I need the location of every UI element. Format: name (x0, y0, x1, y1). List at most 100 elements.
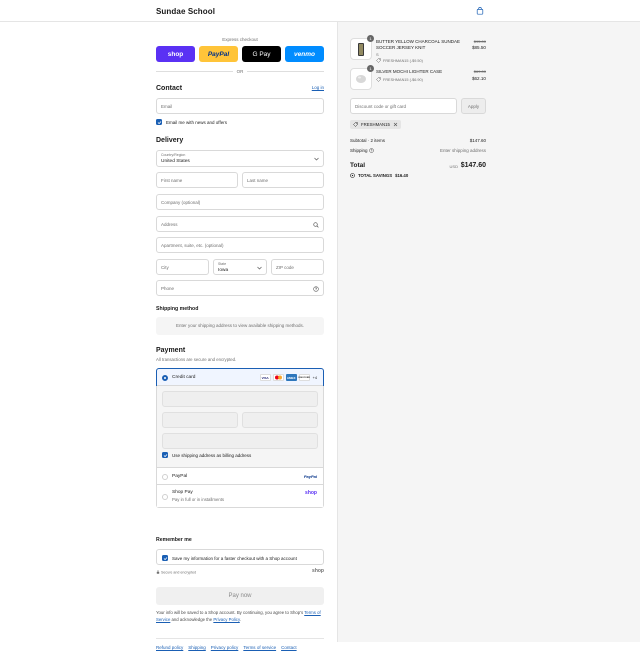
check-icon (163, 556, 167, 560)
shipping-method-title: Shipping method (156, 306, 199, 312)
remember-checkbox-row[interactable]: Save my information for a faster checkou… (162, 555, 297, 561)
or-divider: OR (156, 68, 324, 74)
city-field[interactable]: City (156, 259, 209, 275)
last-name-placeholder: Last name (247, 178, 269, 183)
legal-text-mid: and acknowledge the (170, 616, 214, 622)
refund-policy-link[interactable]: Refund policy (156, 645, 183, 650)
help-icon[interactable] (313, 286, 319, 292)
legal-text-end: . (239, 616, 241, 622)
delivery-title: Delivery (156, 137, 184, 144)
phone-field[interactable]: Phone (156, 280, 324, 296)
tag-icon (353, 122, 358, 127)
shipping-row: Shipping Enter shipping address (350, 148, 486, 153)
chevron-down-icon (314, 157, 319, 161)
close-icon[interactable] (393, 122, 398, 127)
legal-text: Your info will be saved to a Shop accoun… (156, 610, 324, 623)
apartment-field[interactable]: Apartment, suite, etc. (optional) (156, 237, 324, 253)
total-savings: TOTAL SAVINGS $16.40 (350, 173, 408, 178)
credit-card-label: Credit card (172, 375, 196, 380)
paypal-radio[interactable] (162, 473, 168, 480)
item-discount: FRESHMAN15 (-$6.90) (376, 77, 423, 82)
country-select[interactable]: Country/Region United States (156, 150, 324, 167)
item-discount: FRESHMAN15 (-$9.50) (376, 58, 423, 63)
savings-label: TOTAL SAVINGS (358, 173, 393, 178)
venmo-button[interactable]: venmo (285, 46, 324, 62)
shop-pay-option[interactable]: Shop Pay Pay in full or in installments … (157, 484, 323, 507)
address-field[interactable]: Address (156, 216, 324, 232)
shipping-value: Enter shipping address (439, 148, 486, 153)
applied-code-label: FRESHMAN15 (361, 122, 390, 127)
bag-icon[interactable] (476, 7, 484, 15)
news-label: Email me with news and offers (166, 119, 227, 125)
card-number-field[interactable] (162, 391, 318, 407)
chevron-down-icon (257, 266, 262, 270)
billing-same-row[interactable]: Use shipping address as billing address (162, 452, 251, 458)
privacy-policy-link[interactable]: Privacy Policy (213, 617, 239, 622)
check-icon (163, 453, 167, 457)
item-discount-label: FRESHMAN15 (-$6.90) (383, 77, 423, 82)
order-item: 1 SILVER MOCHI LIGHTER CASE FRESHMAN15 (… (350, 65, 486, 92)
name-on-card-field[interactable] (162, 433, 318, 449)
shop-pay-radio[interactable] (162, 493, 168, 500)
shipping-label: Shipping (350, 148, 368, 153)
quantity-badge: 1 (367, 65, 374, 72)
credit-card-radio[interactable] (162, 374, 168, 381)
email-placeholder: Email (161, 104, 173, 109)
mastercard-icon (272, 374, 284, 381)
remember-title: Remember me (156, 537, 192, 543)
apartment-placeholder: Apartment, suite, etc. (optional) (161, 243, 224, 248)
pay-now-button[interactable]: Pay now (156, 587, 324, 605)
lighter-case-image-icon (356, 75, 366, 83)
order-item: 1 BUTTER YELLOW CHARCOAL SUNDAE SOCCER J… (350, 35, 486, 63)
terms-of-service-footer-link[interactable]: Terms of service (243, 645, 276, 650)
login-link[interactable]: Log in (312, 85, 324, 90)
quantity-badge: 1 (367, 35, 374, 42)
secure-label: Secure and encrypted (161, 570, 197, 575)
or-label: OR (236, 68, 244, 74)
help-icon[interactable] (369, 148, 374, 153)
zip-field[interactable]: ZIP code (271, 259, 324, 275)
credit-card-option[interactable]: Credit card VISA AMEX DISCOVER +4 (156, 368, 324, 386)
google-pay-button[interactable]: G Pay (242, 46, 281, 62)
state-label: State (218, 262, 227, 266)
visa-icon: VISA (259, 374, 271, 381)
brand-logo[interactable]: Sundae School (156, 7, 215, 16)
apply-button[interactable]: Apply (461, 98, 486, 114)
privacy-policy-footer-link[interactable]: Privacy policy (211, 645, 239, 650)
security-code-field[interactable] (242, 412, 318, 428)
shop-pay-button[interactable]: shop (156, 46, 195, 62)
paypal-option[interactable]: PayPal PayPal (157, 467, 323, 484)
company-field[interactable]: Company (optional) (156, 194, 324, 210)
state-select[interactable]: State Iowa (213, 259, 267, 275)
savings-value: $16.40 (395, 173, 409, 178)
total-row: Total USD $147.60 (350, 162, 486, 169)
item-variant: S (376, 52, 379, 57)
remember-checkbox[interactable] (162, 555, 168, 561)
phone-placeholder: Phone (161, 286, 175, 291)
first-name-field[interactable]: First name (156, 172, 238, 188)
expiration-field[interactable] (162, 412, 238, 428)
legal-text-before: Your info will be saved to a Shop accoun… (156, 610, 305, 615)
check-icon (157, 120, 161, 124)
billing-same-checkbox[interactable] (162, 452, 168, 458)
express-checkout-label: Express checkout (222, 37, 258, 42)
shop-logo: shop (312, 568, 324, 574)
country-label: Country/Region (161, 153, 186, 157)
city-placeholder: City (161, 265, 169, 270)
search-icon (313, 222, 319, 228)
contact-link[interactable]: Contact (281, 645, 297, 650)
last-name-field[interactable]: Last name (242, 172, 324, 188)
news-checkbox-row[interactable]: Email me with news and offers (156, 119, 227, 125)
item-original-price: $69.00 (473, 69, 486, 74)
paypal-button[interactable]: PayPal (199, 46, 238, 62)
item-discount-label: FRESHMAN15 (-$9.50) (383, 58, 423, 63)
jersey-image-icon (358, 43, 364, 56)
secure-row: Secure and encrypted (156, 570, 196, 575)
zip-placeholder: ZIP code (276, 265, 294, 270)
email-field[interactable]: Email (156, 98, 324, 114)
payment-options: Credit card VISA AMEX DISCOVER +4 Use sh… (156, 368, 324, 508)
shipping-link[interactable]: Shipping (188, 645, 206, 650)
news-checkbox[interactable] (156, 119, 162, 125)
savings-tag-icon (350, 173, 355, 178)
discount-code-input[interactable]: Discount code or gift card (350, 98, 457, 114)
